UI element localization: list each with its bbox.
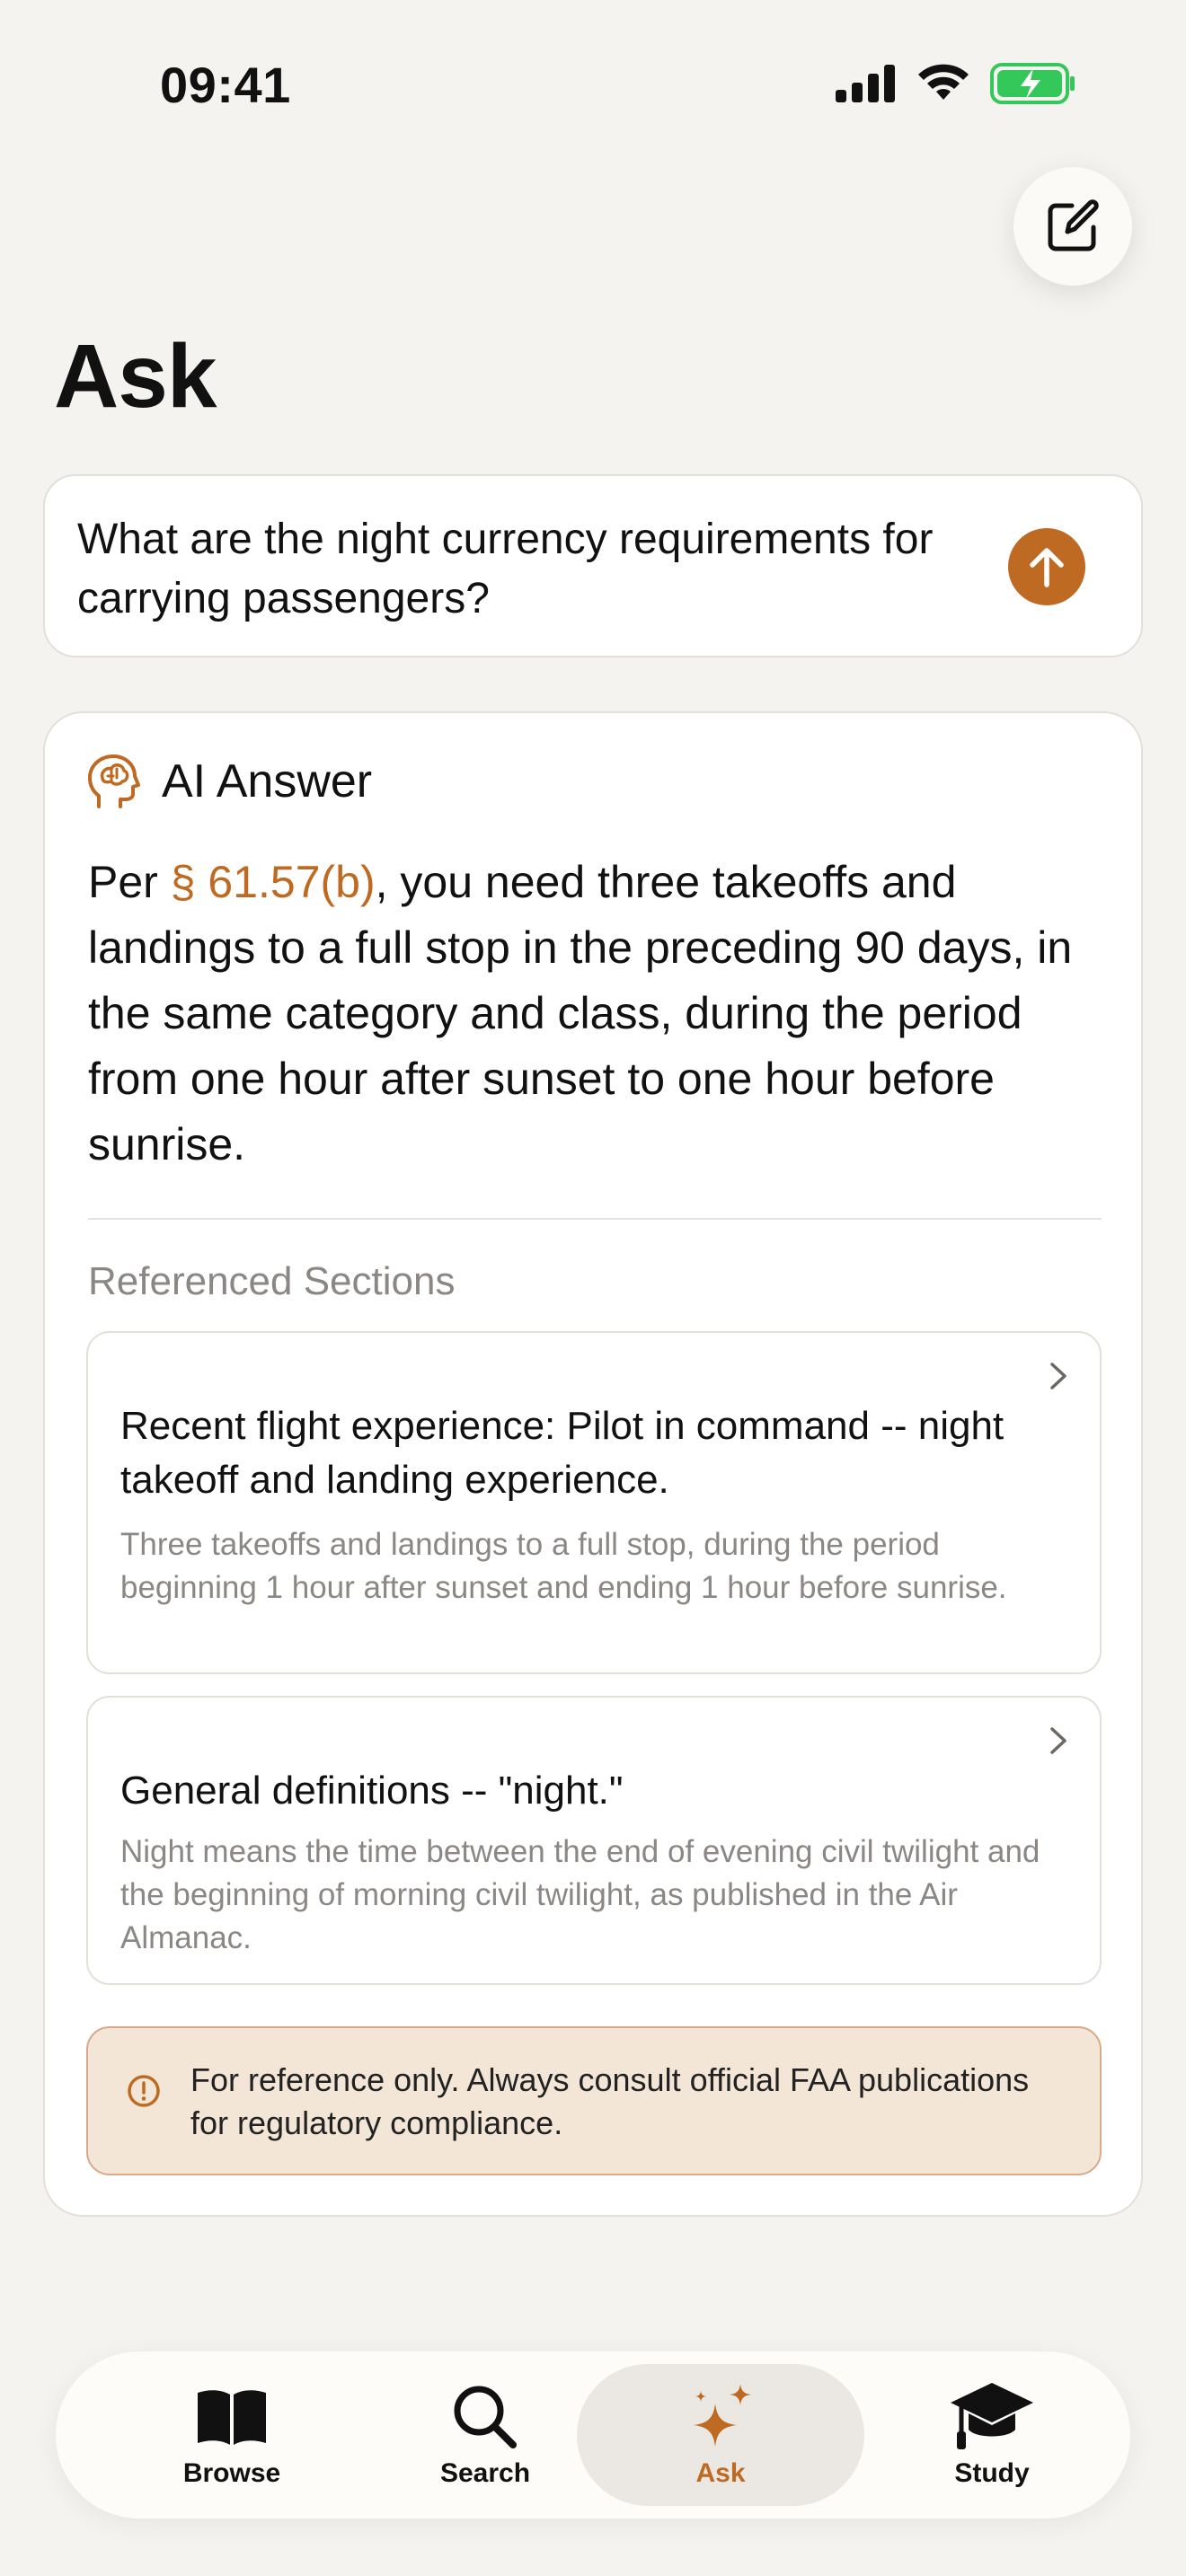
chevron-right-icon bbox=[1050, 1363, 1067, 1389]
cellular-signal-icon bbox=[836, 65, 895, 102]
disclaimer-text: For reference only. Always consult offic… bbox=[190, 2061, 1030, 2141]
reference-card[interactable]: General definitions -- "night." Night me… bbox=[86, 1696, 1102, 1985]
status-bar: 09:41 bbox=[0, 0, 1186, 171]
battery-charging-icon bbox=[990, 63, 1075, 104]
book-icon bbox=[198, 2390, 266, 2445]
reference-title: Recent flight experience: Pilot in comma… bbox=[120, 1404, 1005, 1502]
brain-head-icon bbox=[88, 754, 140, 808]
tab-search[interactable]: Search bbox=[359, 2364, 611, 2506]
new-question-button[interactable] bbox=[1013, 167, 1132, 286]
sparkle-icon bbox=[694, 2384, 751, 2447]
tab-browse[interactable]: Browse bbox=[106, 2364, 358, 2506]
tab-label: Ask bbox=[695, 2458, 746, 2488]
graduation-cap-icon bbox=[951, 2383, 1033, 2449]
answer-body: Per § 61.57(b), you need three takeoffs … bbox=[88, 850, 1103, 1178]
tab-bar: Browse Search Ask Study bbox=[56, 2351, 1130, 2519]
answer-title: AI Answer bbox=[162, 755, 373, 807]
tab-ask[interactable]: Ask bbox=[577, 2364, 864, 2506]
answer-body-prefix: Per bbox=[88, 857, 171, 907]
ask-screen: 09:41 Ask What are the night currency re… bbox=[0, 0, 1186, 2576]
search-icon bbox=[454, 2386, 517, 2448]
status-icons bbox=[836, 63, 1076, 104]
exclamation-circle-icon bbox=[128, 2075, 160, 2107]
tab-label: Browse bbox=[182, 2458, 281, 2488]
reference-card[interactable]: Recent flight experience: Pilot in comma… bbox=[86, 1331, 1102, 1674]
question-field[interactable]: What are the night currency requirements… bbox=[43, 474, 1143, 657]
status-time: 09:41 bbox=[160, 57, 291, 113]
referenced-sections-heading: Referenced Sections bbox=[88, 1259, 456, 1303]
citation-link[interactable]: § 61.57(b) bbox=[171, 857, 376, 907]
reference-title: General definitions -- "night." bbox=[120, 1769, 624, 1813]
send-button[interactable] bbox=[1008, 528, 1085, 605]
disclaimer-banner: For reference only. Always consult offic… bbox=[86, 2026, 1102, 2175]
compose-icon bbox=[1048, 199, 1099, 251]
chevron-right-icon bbox=[1050, 1727, 1067, 1754]
reference-description: Night means the time between the end of … bbox=[120, 1834, 1040, 1955]
tab-study[interactable]: Study bbox=[866, 2364, 1118, 2506]
answer-card: AI Answer Per § 61.57(b), you need three… bbox=[43, 711, 1143, 2217]
reference-description: Three takeoffs and landings to a full st… bbox=[120, 1527, 1007, 1605]
tab-label: Study bbox=[954, 2458, 1030, 2488]
page-title: Ask bbox=[54, 326, 217, 427]
tab-label: Search bbox=[439, 2458, 531, 2488]
wifi-icon bbox=[918, 64, 969, 100]
answer-header: AI Answer bbox=[86, 753, 372, 810]
question-text: What are the night currency requirements… bbox=[77, 516, 934, 622]
arrow-up-icon bbox=[1030, 548, 1064, 587]
divider bbox=[88, 1218, 1102, 1220]
